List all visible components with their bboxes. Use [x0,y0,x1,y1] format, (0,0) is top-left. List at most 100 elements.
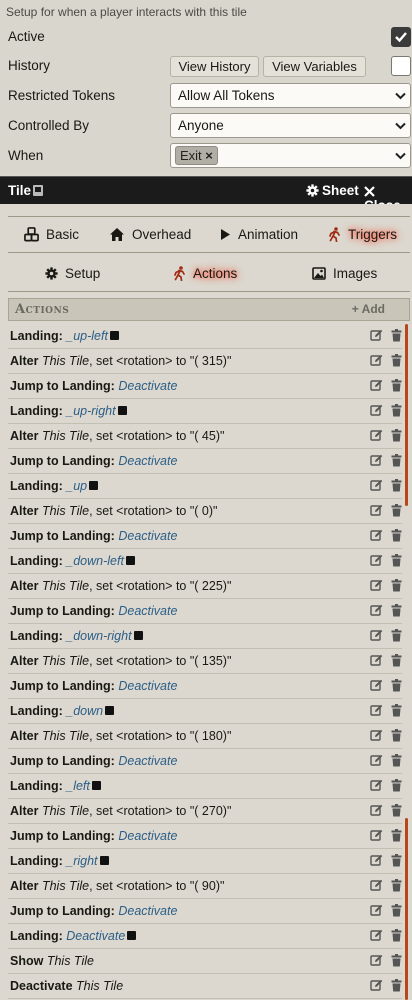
tab-images[interactable]: Images [312,256,377,291]
edit-icon[interactable] [370,379,383,392]
action-row[interactable]: Landing: _up-left [8,324,402,349]
edit-icon[interactable] [370,429,383,442]
action-row[interactable]: Show This Tile [8,949,402,974]
landing-link[interactable]: Deactivate [118,679,177,693]
tag-remove-icon[interactable]: × [205,148,213,163]
action-row[interactable]: Alter This Tile, set <rotation> to "( 31… [8,349,402,374]
view-history-button[interactable]: View History [170,56,259,77]
edit-icon[interactable] [370,529,383,542]
action-row[interactable]: Alter This Tile, set <rotation> to "( 0)… [8,499,402,524]
action-row[interactable]: Jump to Landing: Deactivate [8,824,402,849]
edit-icon[interactable] [370,654,383,667]
edit-icon[interactable] [370,779,383,792]
edit-icon[interactable] [370,479,383,492]
action-row[interactable]: Jump to Landing: Deactivate [8,674,402,699]
tab-animation[interactable]: Animation [220,217,298,252]
action-row[interactable]: Alter This Tile, set <rotation> to "( 90… [8,874,402,899]
edit-icon[interactable] [370,904,383,917]
action-row[interactable]: Jump to Landing: Deactivate [8,524,402,549]
landing-link[interactable]: Deactivate [118,604,177,618]
tab-basic[interactable]: Basic [24,217,79,252]
action-row[interactable]: Landing: _up-right [8,399,402,424]
sheet-button[interactable]: Sheet [306,183,359,198]
edit-icon[interactable] [370,879,383,892]
trash-icon[interactable] [391,954,402,967]
action-row[interactable]: Alter This Tile, set <rotation> to "( 27… [8,799,402,824]
action-row[interactable]: Deactivate This Tile [8,974,402,999]
tab-triggers[interactable]: Triggers [328,217,397,252]
landing-link[interactable]: Deactivate [118,454,177,468]
trash-icon[interactable] [391,854,402,867]
action-row[interactable]: Jump to Landing: Deactivate [8,449,402,474]
view-variables-button[interactable]: View Variables [263,56,366,77]
active-checkbox[interactable] [391,27,411,47]
trash-icon[interactable] [391,379,402,392]
when-multiselect[interactable]: Exit × [170,143,411,168]
landing-link[interactable]: _left [66,779,90,793]
edit-icon[interactable] [370,854,383,867]
edit-icon[interactable] [370,504,383,517]
trash-icon[interactable] [391,679,402,692]
trash-icon[interactable] [391,579,402,592]
trash-icon[interactable] [391,604,402,617]
trash-icon[interactable] [391,979,402,992]
edit-icon[interactable] [370,404,383,417]
landing-link[interactable]: Deactivate [66,929,125,943]
landing-link[interactable]: Deactivate [118,829,177,843]
tab-setup[interactable]: Setup [45,256,100,291]
landing-link[interactable]: _up-right [66,404,115,418]
landing-link[interactable]: _down-left [66,554,124,568]
trash-icon[interactable] [391,329,402,342]
document-icon[interactable] [32,184,44,197]
controlled-by-select[interactable]: Anyone [170,113,411,138]
action-row[interactable]: Landing: _down [8,699,402,724]
trash-icon[interactable] [391,354,402,367]
landing-link[interactable]: _right [66,854,97,868]
trash-icon[interactable] [391,879,402,892]
action-row[interactable]: Jump to Landing: Deactivate [8,599,402,624]
action-row[interactable]: Landing: _down-right [8,624,402,649]
trash-icon[interactable] [391,704,402,717]
trash-icon[interactable] [391,554,402,567]
trash-icon[interactable] [391,929,402,942]
edit-icon[interactable] [370,954,383,967]
edit-icon[interactable] [370,554,383,567]
tab-overhead[interactable]: Overhead [109,217,191,252]
trash-icon[interactable] [391,629,402,642]
trash-icon[interactable] [391,754,402,767]
history-checkbox[interactable] [391,56,411,76]
trash-icon[interactable] [391,804,402,817]
landing-link[interactable]: _down-right [66,629,131,643]
action-row[interactable]: Landing: _down-left [8,549,402,574]
edit-icon[interactable] [370,604,383,617]
edit-icon[interactable] [370,329,383,342]
edit-icon[interactable] [370,979,383,992]
landing-link[interactable]: Deactivate [118,379,177,393]
edit-icon[interactable] [370,454,383,467]
trash-icon[interactable] [391,829,402,842]
action-row[interactable]: Alter This Tile, set <rotation> to "( 18… [8,724,402,749]
trash-icon[interactable] [391,454,402,467]
landing-link[interactable]: _down [66,704,103,718]
edit-icon[interactable] [370,704,383,717]
edit-icon[interactable] [370,629,383,642]
landing-link[interactable]: Deactivate [118,754,177,768]
edit-icon[interactable] [370,679,383,692]
edit-icon[interactable] [370,579,383,592]
trash-icon[interactable] [391,429,402,442]
landing-link[interactable]: Deactivate [118,904,177,918]
action-row[interactable]: Landing: Deactivate [8,924,402,949]
trash-icon[interactable] [391,729,402,742]
action-row[interactable]: Jump to Landing: Deactivate [8,374,402,399]
edit-icon[interactable] [370,754,383,767]
edit-icon[interactable] [370,804,383,817]
edit-icon[interactable] [370,929,383,942]
action-row[interactable]: Landing: _up [8,474,402,499]
tab-actions[interactable]: Actions [173,256,237,291]
restricted-tokens-select[interactable]: Allow All Tokens [170,83,411,108]
action-row[interactable]: Landing: _right [8,849,402,874]
action-row[interactable]: Alter This Tile, set <rotation> to "( 22… [8,574,402,599]
landing-link[interactable]: _up-left [66,329,108,343]
trash-icon[interactable] [391,904,402,917]
action-row[interactable]: Jump to Landing: Deactivate [8,749,402,774]
